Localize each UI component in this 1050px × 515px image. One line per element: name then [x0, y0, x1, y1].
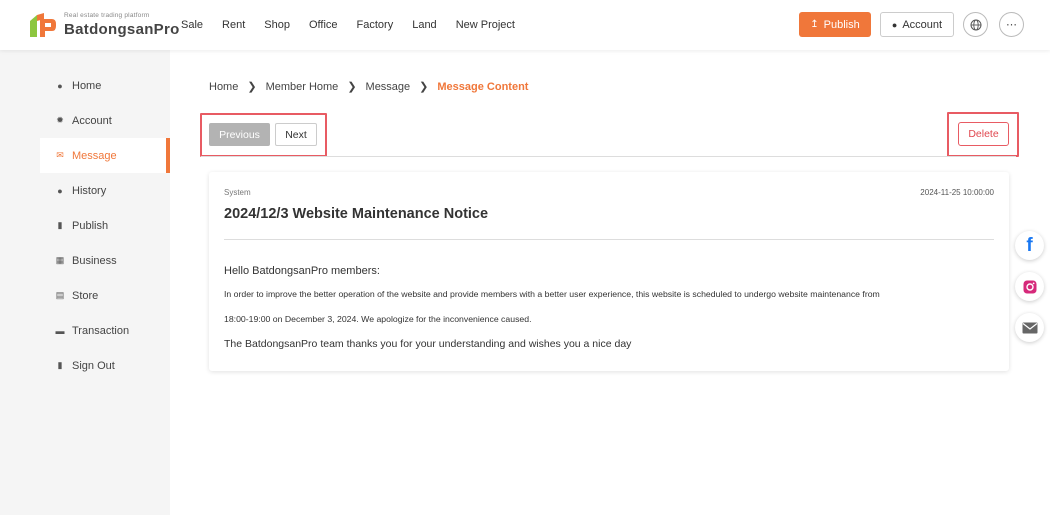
- breadcrumb-message[interactable]: Message: [366, 81, 411, 93]
- clock-icon: ●: [57, 185, 63, 196]
- breadcrumb-member-home[interactable]: Member Home: [266, 81, 339, 93]
- delete-button[interactable]: Delete: [958, 122, 1009, 146]
- publish-button[interactable]: ↥ Publish: [799, 12, 871, 37]
- facebook-icon: f: [1026, 234, 1033, 256]
- sidebar-item-label: Sign Out: [72, 359, 115, 372]
- breadcrumb-current: Message Content: [437, 80, 529, 93]
- nav-sale[interactable]: Sale: [181, 19, 203, 31]
- envelope-icon: ✉: [56, 150, 64, 160]
- wallet-icon: ▬: [55, 325, 65, 336]
- account-button[interactable]: ● Account: [880, 12, 954, 37]
- previous-button[interactable]: Previous: [209, 123, 270, 146]
- main-nav: Sale Rent Shop Office Factory Land New P…: [181, 0, 534, 50]
- chevron-right-icon: ❯: [247, 81, 257, 93]
- person-icon: ●: [891, 19, 898, 30]
- sidebar-item-label: Home: [72, 79, 102, 92]
- sidebar-item-sign-out[interactable]: ▮ Sign Out: [40, 348, 170, 383]
- publish-button-label: Publish: [823, 18, 860, 31]
- account-button-label: Account: [902, 18, 943, 31]
- signout-icon: ▮: [57, 360, 63, 370]
- nav-office[interactable]: Office: [309, 19, 338, 31]
- upload-icon: ↥: [810, 19, 819, 30]
- sidebar: ● Home ✹ Account ✉ Message ● History ▮ P…: [0, 50, 170, 515]
- sidebar-item-business[interactable]: ▦ Business: [40, 243, 170, 278]
- nav-land[interactable]: Land: [412, 19, 436, 31]
- building-icon: ▦: [55, 255, 65, 265]
- logo[interactable]: Real estate trading platform BatdongsanP…: [28, 11, 180, 39]
- top-header: Real estate trading platform BatdongsanP…: [0, 0, 1050, 50]
- logo-tagline: Real estate trading platform: [64, 11, 150, 19]
- sidebar-item-label: Transaction: [72, 324, 130, 337]
- sidebar-item-store[interactable]: ▤ Store: [40, 278, 170, 313]
- message-source: System: [224, 188, 251, 197]
- sidebar-item-label: Business: [72, 254, 117, 267]
- sidebar-item-account[interactable]: ✹ Account: [40, 103, 170, 138]
- store-icon: ▤: [55, 290, 65, 300]
- more-button[interactable]: ⋯: [999, 12, 1024, 37]
- nav-new-project[interactable]: New Project: [456, 19, 515, 31]
- logo-icon: [30, 13, 56, 37]
- next-button[interactable]: Next: [275, 123, 317, 146]
- message-body-line-2: 18:00-19:00 on December 3, 2024. We apol…: [224, 314, 532, 324]
- sidebar-item-home[interactable]: ● Home: [40, 68, 170, 103]
- nav-shop[interactable]: Shop: [264, 19, 290, 31]
- card-divider: [224, 239, 994, 240]
- breadcrumb-home[interactable]: Home: [209, 81, 238, 93]
- sidebar-item-label: History: [72, 184, 107, 197]
- chevron-right-icon: ❯: [419, 81, 429, 93]
- chevron-right-icon: ❯: [347, 81, 357, 93]
- message-title: 2024/12/3 Website Maintenance Notice: [224, 206, 489, 222]
- breadcrumb: Home ❯ Member Home ❯ Message ❯ Message C…: [209, 80, 529, 94]
- sidebar-item-label: Publish: [72, 219, 109, 232]
- globe-button[interactable]: [963, 12, 988, 37]
- message-card: System 2024-11-25 10:00:00 2024/12/3 Web…: [209, 172, 1009, 371]
- globe-icon: [970, 19, 981, 30]
- message-closing: The BatdongsanPro team thanks you for yo…: [224, 338, 632, 350]
- logo-name: BatdongsanPro: [64, 21, 180, 39]
- sidebar-item-history[interactable]: ● History: [40, 173, 170, 208]
- sidebar-item-label: Account: [72, 114, 112, 127]
- sidebar-item-label: Store: [72, 289, 99, 302]
- person-icon: ●: [57, 80, 63, 91]
- instagram-button[interactable]: [1015, 272, 1044, 301]
- facebook-button[interactable]: f: [1015, 231, 1044, 260]
- sidebar-item-label: Message: [72, 149, 117, 162]
- mail-icon: [1022, 322, 1037, 333]
- gear-icon: ✹: [56, 115, 64, 125]
- mail-button[interactable]: [1015, 313, 1044, 342]
- divider: [201, 156, 1016, 157]
- sidebar-item-message[interactable]: ✉ Message: [40, 138, 170, 173]
- nav-factory[interactable]: Factory: [357, 19, 394, 31]
- message-date: 2024-11-25 10:00:00: [920, 188, 994, 197]
- publish-icon: ▮: [57, 220, 63, 230]
- instagram-icon: [1023, 280, 1036, 293]
- nav-rent[interactable]: Rent: [222, 19, 245, 31]
- sidebar-item-publish[interactable]: ▮ Publish: [40, 208, 170, 243]
- sidebar-item-transaction[interactable]: ▬ Transaction: [40, 313, 170, 348]
- message-greeting: Hello BatdongsanPro members:: [224, 265, 380, 277]
- more-icon: ⋯: [1006, 19, 1017, 31]
- message-body-line-1: In order to improve the better operation…: [224, 289, 880, 299]
